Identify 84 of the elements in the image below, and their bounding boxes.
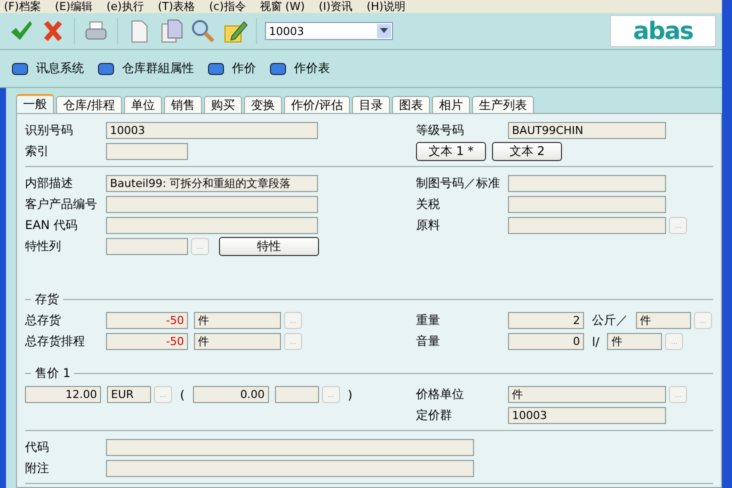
unit-text: 公斤／ [591, 312, 630, 329]
field-label: 内部描述 [25, 175, 74, 192]
input-field[interactable]: 件 [194, 333, 281, 350]
field-label: 总存货排程 [25, 333, 86, 350]
link-button[interactable]: 仓库群組属性 [98, 60, 194, 77]
tab[interactable]: 仓库/排程 [56, 96, 122, 113]
button-icon [98, 62, 114, 74]
link-button[interactable]: 作价表 [270, 60, 330, 77]
link-button[interactable]: 讯息系统 [12, 60, 84, 77]
input-field[interactable]: 件 [607, 333, 662, 350]
menu-item[interactable]: (c)指令 [209, 1, 246, 12]
search-icon[interactable] [190, 18, 216, 44]
field-label: EAN 代码 [25, 217, 79, 234]
input-field[interactable]: -50 [106, 333, 188, 350]
field-label: 价格单位 [416, 386, 466, 403]
input-field[interactable]: 10003 [508, 407, 666, 424]
field-label: 特性列 [25, 238, 62, 255]
input-field[interactable] [508, 196, 666, 213]
unit-text: ) [346, 388, 354, 402]
section-title: 售价 1 [35, 364, 70, 382]
unit-text: ( [179, 388, 186, 402]
menu-item[interactable]: (E)编辑 [54, 1, 92, 12]
input-field[interactable]: 0.00 [192, 386, 269, 403]
field-label: 制图号码／标准 [416, 175, 502, 192]
unit-text: l/ [591, 334, 600, 348]
input-field[interactable]: 件 [636, 312, 692, 329]
logo: abas [610, 15, 716, 47]
field-label: 音量 [416, 333, 442, 350]
input-field[interactable] [106, 439, 474, 456]
input-field[interactable]: 件 [508, 386, 666, 403]
input-field[interactable]: Bauteil99: 可拆分和重組的文章段落 [106, 175, 318, 192]
field-label: 附注 [25, 460, 50, 477]
text-button[interactable]: 文本 1 * [416, 142, 486, 161]
input-field[interactable] [106, 217, 318, 234]
input-field[interactable] [508, 175, 666, 192]
input-field[interactable]: 10003 [106, 122, 318, 139]
field-label: 总存货 [25, 312, 62, 329]
input-field[interactable]: -50 [106, 312, 188, 329]
button-icon [208, 62, 224, 74]
tab[interactable]: 作价/评估 [284, 96, 350, 113]
tab[interactable]: 生产列表 [472, 96, 534, 113]
field-label: 索引 [25, 143, 50, 160]
menu-item[interactable]: 视窗 (W) [260, 1, 305, 12]
text-button[interactable]: 文本 2 [492, 142, 562, 161]
input-field[interactable]: 件 [194, 312, 281, 329]
field-label: 客户产品编号 [25, 196, 98, 213]
input-field[interactable] [106, 460, 474, 477]
menu-item[interactable]: (H)说明 [366, 1, 406, 12]
button-icon [270, 62, 286, 74]
tab[interactable]: 购买 [204, 96, 242, 113]
field-label: 原料 [416, 217, 442, 234]
field-label: 关税 [416, 196, 442, 213]
menu-item[interactable]: (e)执行 [106, 1, 144, 12]
feature-button[interactable]: 特性 [219, 237, 319, 256]
field-label: 代码 [25, 439, 50, 456]
input-field[interactable] [106, 143, 188, 160]
menu-item[interactable]: (T)表格 [158, 1, 196, 12]
tab[interactable]: 一般 [16, 94, 54, 113]
tab[interactable]: 目录 [352, 96, 390, 113]
menu-item[interactable]: (F)档案 [4, 1, 41, 12]
input-field[interactable] [106, 238, 188, 255]
tab[interactable]: 相片 [432, 96, 470, 113]
tab[interactable]: 变换 [244, 96, 282, 113]
input-field[interactable]: 12.00 [25, 386, 101, 403]
input-field[interactable] [508, 217, 666, 234]
tab[interactable]: 图表 [392, 96, 430, 113]
tab[interactable]: 销售 [164, 96, 202, 113]
field-label: 识别号码 [25, 122, 74, 139]
input-field[interactable]: 2 [508, 312, 584, 329]
input-field[interactable]: EUR [107, 386, 151, 403]
field-label: 重量 [416, 312, 442, 329]
input-field[interactable]: BAUT99CHIN [508, 122, 666, 139]
link-button[interactable]: 作价 [208, 60, 256, 77]
tab[interactable]: 单位 [124, 96, 162, 113]
button-icon [12, 62, 28, 74]
input-field[interactable] [106, 196, 318, 213]
section-title: 存货 [35, 290, 59, 308]
input-field[interactable]: 0 [508, 333, 584, 350]
item-combo-box[interactable]: 10003 [265, 22, 393, 40]
input-field[interactable] [274, 386, 319, 403]
caret-icon [380, 28, 388, 34]
field-label: 定价群 [416, 407, 454, 424]
menu-item[interactable]: (I)资讯 [318, 1, 353, 12]
field-label: 等级号码 [416, 122, 466, 139]
